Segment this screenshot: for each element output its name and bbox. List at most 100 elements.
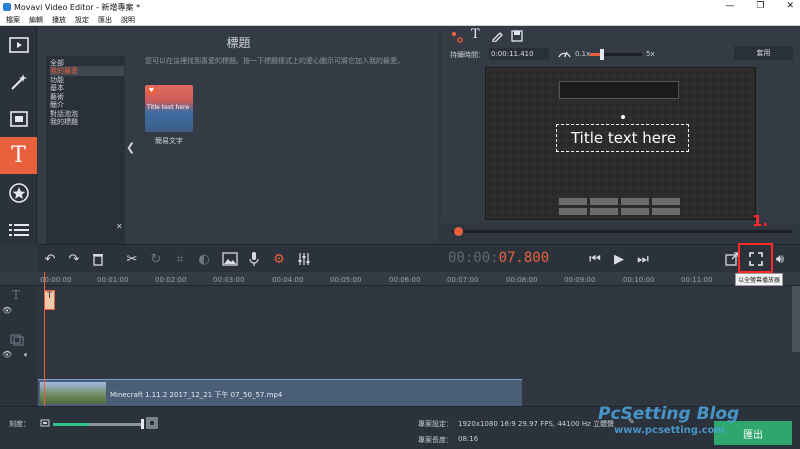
timeline-scrollbar[interactable]	[792, 286, 800, 352]
track-headers: T 👁︎ 👁︎ 🔈︎	[0, 286, 37, 406]
duration-label: 持續時間：	[450, 51, 485, 59]
title-clip[interactable]: T	[44, 290, 55, 310]
duration-input[interactable]: 0:00:11.410	[489, 48, 549, 60]
preview-scrubber[interactable]	[452, 227, 792, 236]
image-button[interactable]	[220, 249, 240, 269]
play-button[interactable]: ▶	[609, 249, 629, 269]
undo-icon: ↶	[44, 251, 56, 267]
menu-buttons-graphic	[559, 198, 680, 216]
menu-play[interactable]: 播放	[52, 15, 66, 25]
equalizer-icon	[298, 253, 310, 265]
rotate-button[interactable]: ↻	[146, 249, 166, 269]
watermark-line2: www.pcsetting.com	[614, 425, 725, 436]
eye-icon[interactable]: 👁︎	[2, 350, 12, 359]
ruler-tick: 00:01:00	[97, 276, 129, 284]
watermark-line1: PcSetting Blog	[598, 404, 740, 424]
collapse-panel-icon[interactable]: ❮	[126, 141, 135, 154]
category-list: 全部 我的最愛 功能 基本 藝術 簡介 對話泡泡 我的標題 ⌕	[46, 56, 125, 261]
redo-button[interactable]: ↷	[64, 249, 84, 269]
eye-icon[interactable]: 👁︎	[2, 306, 12, 315]
pen-icon[interactable]	[491, 30, 503, 42]
zoom-slider-knob[interactable]	[141, 419, 144, 429]
titles-panel: 標題 全部 我的最愛 功能 基本 藝術 簡介 對話泡泡 我的標題 ⌕ ✕ ❮ 您…	[38, 26, 439, 261]
zoom-slider[interactable]	[53, 419, 144, 429]
magic-wand-icon	[10, 73, 27, 90]
category-my-titles[interactable]: 我的標題	[50, 117, 124, 127]
anchor-dot	[621, 115, 625, 119]
ruler-tick: 00:09:00	[564, 276, 596, 284]
menu-settings[interactable]: 設定	[75, 15, 89, 25]
stickers-button[interactable]	[0, 174, 37, 211]
video-clip[interactable]: Minecraft 1.11.2 2017_12_21 下午 07_50_57.…	[38, 379, 522, 406]
volume-button[interactable]: 🔊︎	[770, 249, 790, 269]
heart-icon[interactable]: ♥	[147, 87, 156, 95]
speed-slider-knob[interactable]	[600, 49, 604, 60]
speaker-icon[interactable]: 🔈︎	[24, 350, 29, 360]
titles-button[interactable]: T	[0, 137, 37, 174]
zoom-in-icon[interactable]	[146, 417, 158, 429]
speed-gauge-icon	[558, 51, 571, 58]
title-text-box[interactable]: Title text here	[556, 124, 689, 152]
contrast-icon: ◐	[198, 251, 210, 267]
project-settings-value: 1920x1080 16:9 29.97 FPS, 44100 Hz 立體聲	[458, 420, 615, 428]
menu-edit[interactable]: 編輯	[29, 15, 43, 25]
more-tools-button[interactable]	[0, 211, 37, 248]
project-settings-label: 專案設定：	[418, 420, 453, 428]
animation-icon[interactable]	[451, 31, 463, 43]
apply-button[interactable]: 套用	[734, 46, 793, 60]
video-preview[interactable]: Title text here	[485, 67, 756, 220]
delete-button[interactable]	[88, 249, 108, 269]
clip-settings-button[interactable]: ⚙	[269, 249, 289, 269]
external-window-icon	[725, 252, 739, 266]
minimize-button[interactable]: —	[725, 1, 734, 11]
timeline-playhead[interactable]	[44, 272, 45, 406]
zoom-out-icon[interactable]	[40, 418, 50, 428]
thumbnail-title-text: Title text here	[147, 104, 190, 111]
crop-icon: ⌗	[176, 251, 184, 267]
menu-file[interactable]: 檔案	[6, 15, 20, 25]
clear-search-icon[interactable]: ✕	[116, 222, 123, 231]
image-icon	[222, 252, 238, 266]
skip-back-icon: ⏮	[589, 251, 601, 267]
speaker-icon: 🔊︎	[775, 251, 785, 267]
annotation-highlight-box	[738, 243, 773, 273]
speed-slider[interactable]	[590, 49, 642, 60]
crop-button[interactable]: ⌗	[170, 249, 190, 269]
maximize-button[interactable]: ❐	[756, 1, 764, 11]
video-clip-thumbnail	[40, 382, 106, 404]
transitions-button[interactable]	[0, 100, 37, 137]
color-adjust-button[interactable]: ◐	[194, 249, 214, 269]
equalizer-button[interactable]	[294, 249, 314, 269]
previous-frame-button[interactable]: ⏮	[585, 249, 605, 269]
close-button[interactable]: ✕	[786, 1, 794, 11]
cut-button[interactable]: ✂	[122, 249, 142, 269]
ruler-tick: 00:10:00	[623, 276, 655, 284]
scrubber-handle[interactable]	[454, 227, 463, 236]
edit-toolbar: ↶ ↷ ✂ ↻ ⌗ ◐ ⚙ 00:00:07.800 ⏮ ▶ ⏭ 🔊︎	[38, 244, 800, 272]
save-icon[interactable]	[511, 30, 523, 42]
redo-icon: ↷	[68, 251, 80, 267]
media-import-icon	[8, 36, 29, 53]
timeline-ruler[interactable]: 00:00:00 00:01:00 00:02:00 00:03:00 00:0…	[0, 272, 800, 286]
undo-button[interactable]: ↶	[40, 249, 60, 269]
server-entry-graphic	[559, 81, 679, 99]
preview-toolbar: T 持續時間： 0:00:11.410 0.1x 5x 套用	[441, 26, 800, 66]
text-icon[interactable]: T	[471, 27, 480, 42]
menu-export[interactable]: 匯出	[98, 15, 112, 25]
title-thumbnail[interactable]: ♥ Title text here	[145, 85, 193, 132]
import-media-button[interactable]	[0, 26, 37, 63]
next-frame-button[interactable]: ⏭	[633, 249, 653, 269]
filters-button[interactable]	[0, 63, 37, 100]
menu-help[interactable]: 說明	[121, 15, 135, 25]
ruler-tick: 00:03:00	[213, 276, 245, 284]
rotate-icon: ↻	[150, 251, 162, 267]
export-button[interactable]: 匯出	[714, 421, 792, 445]
record-audio-button[interactable]	[244, 249, 264, 269]
trash-icon	[93, 254, 103, 266]
tool-rail: T	[0, 26, 37, 244]
window-title: Movavi Video Editor - 新增專案 *	[14, 3, 141, 12]
microphone-icon	[249, 252, 259, 266]
preview-title-text[interactable]: Title text here	[557, 129, 690, 147]
film-icon	[9, 110, 28, 127]
ruler-tick: 00:08:00	[506, 276, 538, 284]
